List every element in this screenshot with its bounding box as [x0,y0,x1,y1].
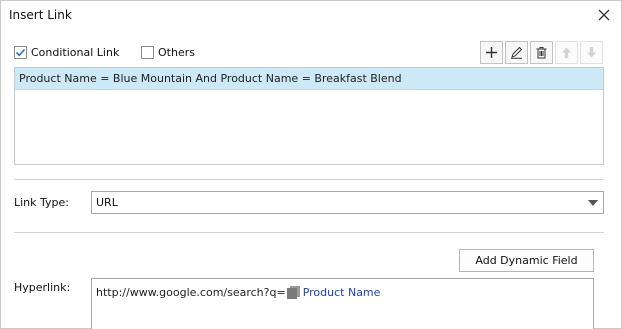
add-condition-button[interactable] [480,41,503,64]
arrow-down-icon [587,47,596,58]
dialog-title: Insert Link [9,8,72,22]
dynamic-field-name[interactable]: Product Name [303,286,381,299]
close-icon [598,9,610,21]
arrow-up-icon [562,47,571,58]
conditional-link-label: Conditional Link [31,45,120,59]
hyperlink-label: Hyperlink: [14,281,71,294]
condition-toolbar [480,41,603,64]
checkmark-icon [15,48,26,56]
insert-link-dialog: Insert Link Conditional Link Others Prod… [0,0,622,329]
divider [14,179,604,180]
hyperlink-input[interactable]: http://www.google.com/search?q= Product … [91,278,594,329]
plus-icon [486,47,497,58]
delete-condition-button[interactable] [530,41,553,64]
others-checkbox[interactable]: Others [141,44,195,60]
others-label: Others [158,45,195,59]
trash-icon [536,47,547,59]
edit-condition-button[interactable] [505,41,528,64]
divider [14,232,604,233]
link-type-label: Link Type: [14,196,69,209]
others-checkbox-box[interactable] [141,45,154,59]
title-bar: Insert Link [1,1,621,31]
conditional-link-checkbox[interactable]: Conditional Link [14,44,119,60]
move-down-button[interactable] [580,41,603,64]
link-type-select[interactable]: URL [91,191,604,214]
conditional-link-checkbox-box[interactable] [14,45,27,59]
hyperlink-content: http://www.google.com/search?q= Product … [96,286,380,299]
dynamic-field-icon [286,286,300,299]
pencil-icon [511,46,523,59]
add-dynamic-field-button[interactable]: Add Dynamic Field [459,249,594,272]
chevron-down-icon[interactable] [588,200,598,206]
hyperlink-static-text: http://www.google.com/search?q= [96,286,286,299]
list-item[interactable]: Product Name = Blue Mountain And Product… [15,68,603,90]
link-type-value: URL [96,196,118,209]
condition-list[interactable]: Product Name = Blue Mountain And Product… [14,67,604,165]
close-button[interactable] [595,6,613,24]
move-up-button[interactable] [555,41,578,64]
